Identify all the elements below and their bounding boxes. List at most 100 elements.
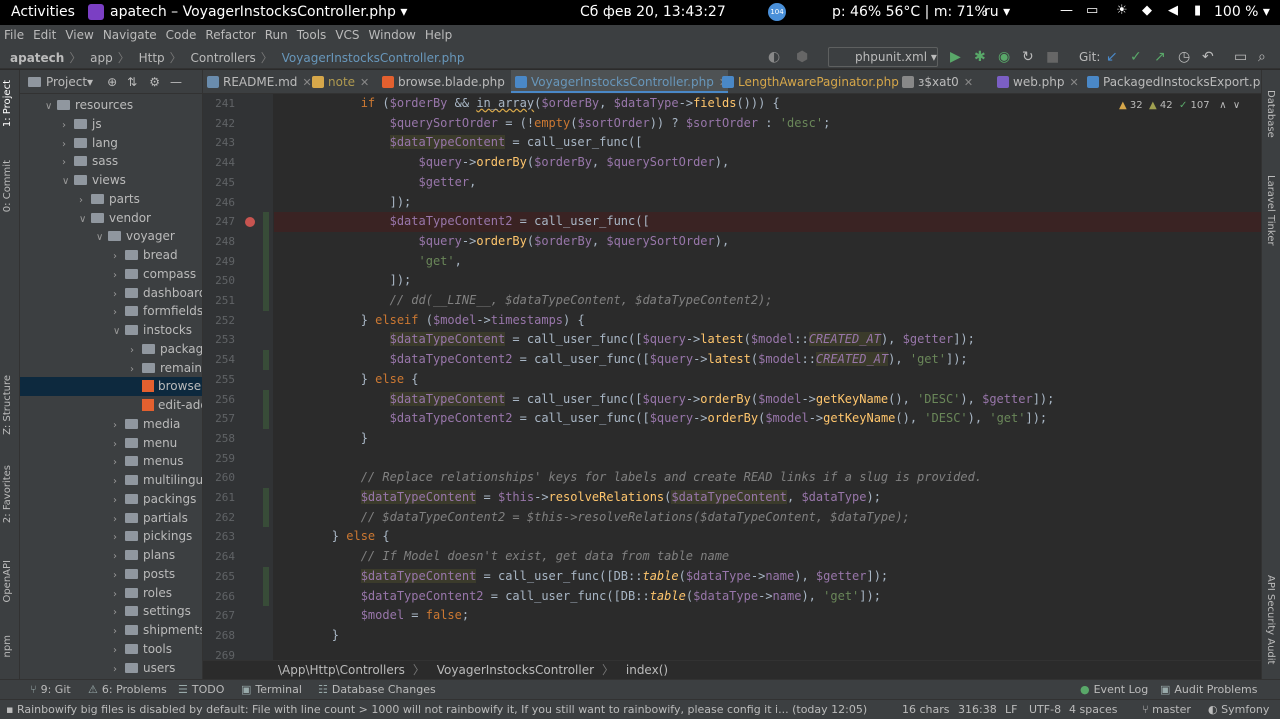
code-line[interactable]: $query->orderBy($orderBy, $querySortOrde… [274, 232, 730, 252]
breadcrumb-file[interactable]: VoyagerInstocksController.php [282, 51, 465, 65]
git-branch[interactable]: ⑂ master [1142, 703, 1191, 716]
tree-item[interactable]: › media [20, 415, 202, 435]
menu-window[interactable]: Window [369, 28, 416, 42]
tool-commit[interactable]: 0: Commit [2, 160, 13, 212]
chevron-down-icon[interactable]: ∨ [96, 228, 108, 247]
stop-icon[interactable]: ■ [1046, 49, 1059, 65]
breadcrumb-item[interactable]: apatech [10, 51, 64, 65]
code-line[interactable]: } [274, 626, 339, 646]
tool-project[interactable]: 1: Project [2, 80, 13, 127]
inspection-widget[interactable]: ▲ 32 ▲ 42 ✓ 107 ∧ ∨ [1119, 100, 1240, 111]
tree-item[interactable]: › js [20, 115, 202, 134]
coverage-icon[interactable]: ◉ [998, 49, 1010, 65]
line-separator[interactable]: LF [1005, 703, 1017, 716]
gear-icon[interactable]: ⚙ [149, 75, 160, 89]
code-line[interactable]: $dataTypeContent = call_user_func([DB::t… [274, 567, 888, 587]
menu-navigate[interactable]: Navigate [103, 28, 157, 42]
vcs-change-marker[interactable] [263, 488, 269, 528]
code-line[interactable]: $dataTypeContent2 = call_user_func([$que… [274, 350, 968, 370]
indent-setting[interactable]: 4 spaces [1069, 703, 1118, 716]
chevron-right-icon[interactable]: › [113, 528, 125, 547]
hide-icon[interactable]: — [170, 75, 182, 89]
status-message[interactable]: ▪ Rainbowify big files is disabled by de… [6, 703, 872, 716]
code-line[interactable]: ]); [274, 271, 412, 291]
crumb-class[interactable]: VoyagerInstocksController [437, 663, 594, 677]
code-line[interactable]: $model = false; [274, 606, 469, 626]
breadcrumb-item[interactable]: Controllers [191, 51, 256, 65]
tree-item[interactable]: › lang [20, 134, 202, 153]
framework-indicator[interactable]: ◐ Symfony [1208, 703, 1269, 716]
line-number[interactable]: 261 [203, 488, 235, 508]
chevron-right-icon[interactable]: › [113, 510, 125, 529]
layout-icon[interactable]: ▭ [1234, 49, 1247, 65]
minimize-icon[interactable]: — [1060, 3, 1073, 18]
app-menu-title[interactable]: apatech – VoyagerInstocksController.php … [110, 4, 407, 20]
git-commit-icon[interactable]: ✓ [1130, 49, 1142, 65]
chevron-right-icon[interactable]: › [113, 416, 125, 435]
caret-position[interactable]: 316:38 [958, 703, 997, 716]
code-line[interactable]: } else { [274, 370, 419, 390]
menu-help[interactable]: Help [425, 28, 452, 42]
editor-tab[interactable]: note ✕ [308, 70, 369, 93]
chevron-right-icon[interactable]: › [113, 660, 125, 679]
rollback-icon[interactable]: ↶ [1202, 49, 1214, 65]
debug-icon[interactable]: ✱ [974, 49, 986, 65]
line-number[interactable]: 241 [203, 94, 235, 114]
line-number[interactable]: 254 [203, 350, 235, 370]
code-line[interactable]: $dataTypeContent = call_user_func([$quer… [274, 330, 975, 350]
editor-tab[interactable]: з$хat0 ✕ [898, 70, 973, 93]
vcs-change-marker[interactable] [263, 212, 269, 311]
tree-item[interactable]: › dashboard [20, 284, 202, 303]
keyboard-layout-indicator[interactable]: ru ▾ [984, 4, 1010, 20]
line-number[interactable]: 265 [203, 567, 235, 587]
menu-tools[interactable]: Tools [297, 28, 327, 42]
chevron-right-icon[interactable]: › [113, 491, 125, 510]
chevron-down-icon[interactable]: ∨ [45, 97, 57, 116]
chevron-right-icon[interactable]: › [79, 191, 91, 210]
tool-audit-problems[interactable]: ▣ Audit Problems [1160, 683, 1257, 696]
vcs-change-marker[interactable] [263, 350, 269, 370]
tree-item[interactable]: › formfields [20, 302, 202, 321]
chevron-right-icon[interactable]: › [113, 566, 125, 585]
menu-file[interactable]: File [4, 28, 24, 42]
line-number[interactable]: 247 [203, 212, 235, 232]
tree-item[interactable]: ∨ resources [20, 96, 202, 116]
run-config-select[interactable]: phpunit.xml ▾ [828, 47, 938, 67]
code-line[interactable]: } elseif ($model->timestamps) { [274, 311, 585, 331]
tree-item[interactable]: › compass [20, 265, 202, 284]
tool-event-log[interactable]: ● Event Log [1080, 683, 1148, 696]
tree-item[interactable]: › settings [20, 602, 202, 621]
chevron-down-icon[interactable]: ∨ [79, 210, 91, 229]
collapse-icon[interactable]: ⇅ [127, 75, 137, 89]
tree-item[interactable]: › users [20, 659, 202, 679]
menu-code[interactable]: Code [166, 28, 197, 42]
chevron-right-icon[interactable]: › [113, 622, 125, 641]
line-number[interactable]: 266 [203, 587, 235, 607]
chevron-right-icon[interactable]: › [130, 360, 142, 379]
battery-percent[interactable]: 100 % ▾ [1214, 4, 1270, 20]
editor-gutter[interactable]: 241 242 243 244 245 246 247 248 249 250 251 252 253 2… [203, 94, 273, 660]
code-line[interactable]: $dataTypeContent = $this->resolveRelatio… [274, 488, 881, 508]
tool-database-changes[interactable]: ☷ Database Changes [318, 683, 436, 696]
code-line[interactable]: $getter, [274, 173, 477, 193]
tool-problems[interactable]: ⚠ 6: Problems [88, 683, 167, 696]
crumb-method[interactable]: index() [626, 663, 668, 677]
vcs-change-marker[interactable] [263, 566, 269, 607]
line-number[interactable]: 268 [203, 626, 235, 646]
close-icon[interactable]: ✕ [1069, 76, 1078, 89]
tool-openapi[interactable]: OpenAPI [2, 560, 13, 603]
history-icon[interactable]: ◷ [1178, 49, 1190, 65]
chevron-right-icon[interactable]: › [113, 585, 125, 604]
chevron-right-icon[interactable]: › [62, 153, 74, 172]
code-line[interactable]: if ($orderBy && in_array($orderBy, $data… [274, 94, 780, 114]
tree-item[interactable]: browse. [20, 377, 202, 397]
code-line[interactable]: 'get', [274, 252, 462, 272]
line-number[interactable]: 255 [203, 370, 235, 390]
code-line[interactable]: $dataTypeContent2 = call_user_func([DB::… [274, 587, 881, 607]
breadcrumb-item[interactable]: Http [139, 51, 165, 65]
tree-item[interactable]: › remaind [20, 359, 202, 379]
prev-highlight-icon[interactable]: ∧ [1219, 100, 1226, 111]
volume-icon[interactable]: ◀ [1168, 3, 1178, 18]
tree-item[interactable]: ∨ views [20, 171, 202, 190]
close-icon[interactable]: ✕ [964, 76, 973, 89]
